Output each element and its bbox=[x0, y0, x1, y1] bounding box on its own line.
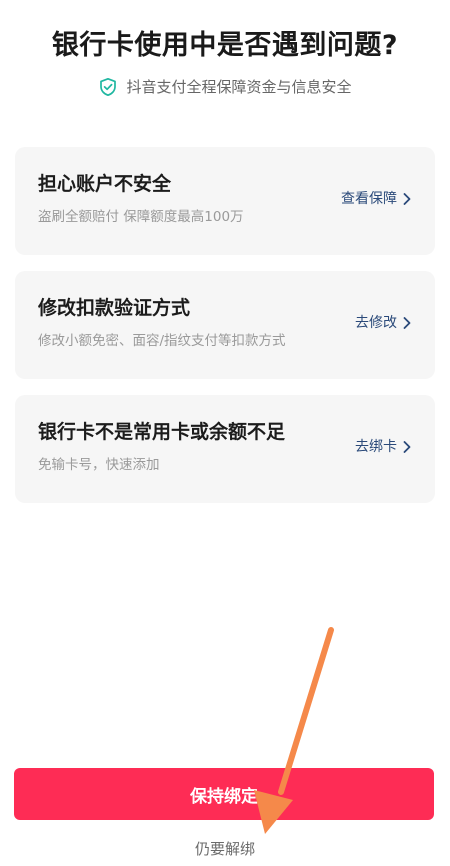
card-description: 修改小额免密、面容/指纹支付等扣款方式 bbox=[38, 333, 286, 349]
bind-card-link[interactable]: 去绑卡 bbox=[355, 437, 411, 457]
view-protection-link[interactable]: 查看保障 bbox=[341, 189, 411, 209]
page-title: 银行卡使用中是否遇到问题? bbox=[51, 30, 399, 61]
card-title: 担心账户不安全 bbox=[38, 173, 172, 195]
card-action-label: 去绑卡 bbox=[355, 439, 397, 455]
modify-link[interactable]: 去修改 bbox=[355, 313, 411, 333]
keep-binding-button[interactable]: 保持绑定 bbox=[14, 768, 434, 820]
shield-check-icon bbox=[98, 77, 118, 97]
security-notice: 抖音支付全程保障资金与信息安全 bbox=[0, 74, 450, 100]
card-account-security[interactable]: 担心账户不安全 盗刷全额赔付 保障额度最高100万 查看保障 bbox=[15, 147, 435, 255]
security-text: 抖音支付全程保障资金与信息安全 bbox=[126, 78, 352, 96]
card-description: 免输卡号，快速添加 bbox=[38, 457, 160, 473]
card-description: 盗刷全额赔付 保障额度最高100万 bbox=[38, 209, 244, 225]
unbind-anyway-link[interactable]: 仍要解绑 bbox=[0, 838, 450, 860]
card-action-label: 去修改 bbox=[355, 315, 397, 331]
card-payment-verification[interactable]: 修改扣款验证方式 修改小额免密、面容/指纹支付等扣款方式 去修改 bbox=[15, 271, 435, 379]
card-title: 银行卡不是常用卡或余额不足 bbox=[38, 421, 286, 443]
card-action-label: 查看保障 bbox=[341, 191, 397, 207]
card-bind-other-card[interactable]: 银行卡不是常用卡或余额不足 免输卡号，快速添加 去绑卡 bbox=[15, 395, 435, 503]
chevron-right-icon bbox=[403, 441, 411, 453]
chevron-right-icon bbox=[403, 317, 411, 329]
chevron-right-icon bbox=[403, 193, 411, 205]
card-title: 修改扣款验证方式 bbox=[38, 297, 191, 319]
